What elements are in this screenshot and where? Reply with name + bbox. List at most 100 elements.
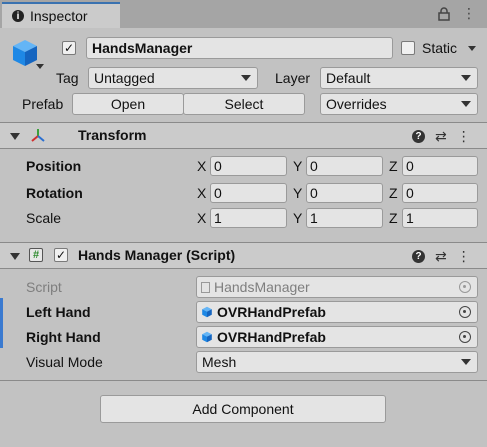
scale-x-value: 1 — [214, 210, 222, 226]
help-icon[interactable]: ? — [412, 129, 425, 143]
separator — [0, 148, 487, 149]
visual-mode-value: Mesh — [202, 354, 237, 370]
position-y-input[interactable]: 0 — [306, 156, 383, 176]
component-menu-icon[interactable]: ⋮ — [457, 249, 471, 263]
scale-z-value: 1 — [406, 210, 414, 226]
component-enabled-checkbox[interactable]: ✓ — [54, 248, 68, 262]
left-hand-value: OVRHandPrefab — [217, 304, 326, 320]
transform-header-icons: ? ⇄ ⋮ — [412, 129, 471, 143]
visual-mode-label: Visual Mode — [26, 354, 103, 370]
position-z-input[interactable]: 0 — [402, 156, 478, 176]
rotation-label: Rotation — [26, 185, 83, 201]
help-icon[interactable]: ? — [412, 249, 425, 263]
static-checkbox[interactable] — [401, 41, 415, 55]
tag-dropdown[interactable]: Untagged — [88, 67, 258, 89]
hands-manager-header[interactable]: # ✓ Hands Manager (Script) ? ⇄ ⋮ — [0, 243, 487, 268]
position-z-value: 0 — [406, 158, 414, 174]
scale-x-input[interactable]: 1 — [210, 208, 287, 228]
foldout-arrow-icon[interactable] — [10, 253, 20, 260]
presets-icon[interactable]: ⇄ — [435, 129, 447, 143]
rotation-z-axis[interactable]: Z — [389, 185, 398, 201]
check-icon: ✓ — [63, 41, 75, 55]
rotation-z-input[interactable]: 0 — [402, 183, 478, 203]
layer-value: Default — [326, 70, 371, 86]
override-indicator — [0, 298, 3, 348]
static-dropdown-arrow[interactable] — [468, 46, 476, 51]
select-label: Select — [224, 96, 264, 112]
transform-title: Transform — [78, 127, 147, 143]
rotation-x-value: 0 — [214, 185, 222, 201]
add-component-button[interactable]: Add Component — [100, 395, 386, 423]
tab-inspector[interactable]: i Inspector — [2, 2, 120, 28]
position-x-value: 0 — [214, 158, 222, 174]
scale-x-axis[interactable]: X — [197, 210, 206, 226]
right-hand-field[interactable]: OVRHandPrefab — [196, 326, 478, 348]
script-file-icon — [201, 281, 210, 293]
rotation-z-value: 0 — [406, 185, 414, 201]
chevron-down-icon — [461, 75, 471, 81]
position-label: Position — [26, 158, 82, 174]
chevron-down-icon — [241, 75, 251, 81]
prefab-cube-icon — [201, 331, 213, 343]
script-hash-icon: # — [29, 248, 43, 262]
rotation-y-value: 0 — [310, 185, 318, 201]
position-x-axis[interactable]: X — [197, 158, 206, 174]
prefab-select-button[interactable]: Select — [183, 93, 305, 115]
object-picker-icon[interactable] — [459, 306, 471, 318]
object-picker-icon — [459, 281, 471, 293]
tab-menu-icon[interactable]: ⋮ — [462, 6, 476, 20]
rotation-x-input[interactable]: 0 — [210, 183, 287, 203]
transform-header[interactable]: Transform ? ⇄ ⋮ — [0, 123, 487, 148]
foldout-arrow-icon[interactable] — [10, 133, 20, 140]
check-icon: ✓ — [55, 248, 67, 262]
prefab-overrides-dropdown[interactable]: Overrides — [320, 93, 478, 115]
position-x-input[interactable]: 0 — [210, 156, 287, 176]
rotation-y-input[interactable]: 0 — [306, 183, 383, 203]
tag-value: Untagged — [94, 70, 155, 86]
chevron-down-icon — [461, 101, 471, 107]
hands-manager-title: Hands Manager (Script) — [78, 247, 236, 263]
right-hand-value: OVRHandPrefab — [217, 329, 326, 345]
script-object-field: HandsManager — [196, 276, 478, 298]
presets-icon[interactable]: ⇄ — [435, 249, 447, 263]
chevron-down-icon — [461, 359, 471, 365]
script-value: HandsManager — [214, 279, 310, 295]
position-z-axis[interactable]: Z — [389, 158, 398, 174]
scale-y-value: 1 — [310, 210, 318, 226]
left-hand-label: Left Hand — [26, 304, 91, 320]
scale-z-axis[interactable]: Z — [389, 210, 398, 226]
overrides-value: Overrides — [326, 96, 387, 112]
active-checkbox[interactable]: ✓ — [62, 41, 76, 55]
separator — [0, 268, 487, 269]
scale-y-input[interactable]: 1 — [306, 208, 383, 228]
icon-dropdown-arrow[interactable] — [36, 64, 44, 69]
hash-glyph: # — [32, 249, 40, 261]
tab-label: Inspector — [30, 8, 88, 24]
layer-dropdown[interactable]: Default — [320, 67, 478, 89]
transform-icon — [30, 128, 46, 147]
tag-label: Tag — [56, 70, 79, 86]
scale-y-axis[interactable]: Y — [293, 210, 302, 226]
scale-z-input[interactable]: 1 — [402, 208, 478, 228]
layer-label: Layer — [275, 70, 311, 86]
open-label: Open — [110, 96, 146, 112]
prefab-open-button[interactable]: Open — [72, 93, 184, 115]
visual-mode-dropdown[interactable]: Mesh — [196, 351, 478, 373]
left-hand-field[interactable]: OVRHandPrefab — [196, 301, 478, 323]
object-name-text: HandsManager — [92, 40, 193, 56]
tab-bar: i Inspector ⋮ — [0, 0, 487, 28]
separator — [0, 380, 487, 381]
component-menu-icon[interactable]: ⋮ — [457, 129, 471, 143]
rotation-y-axis[interactable]: Y — [293, 185, 302, 201]
object-picker-icon[interactable] — [459, 331, 471, 343]
object-name-input[interactable]: HandsManager — [86, 37, 393, 59]
lock-icon[interactable] — [438, 7, 450, 24]
prefab-cube-icon — [201, 306, 213, 318]
right-hand-label: Right Hand — [26, 329, 101, 345]
rotation-x-axis[interactable]: X — [197, 185, 206, 201]
position-y-axis[interactable]: Y — [293, 158, 302, 174]
inspector-panel: ✓ HandsManager Static Tag Untagged Layer… — [0, 28, 487, 447]
script-label: Script — [26, 279, 62, 295]
prefab-label: Prefab — [22, 96, 64, 112]
info-icon: i — [12, 10, 24, 22]
